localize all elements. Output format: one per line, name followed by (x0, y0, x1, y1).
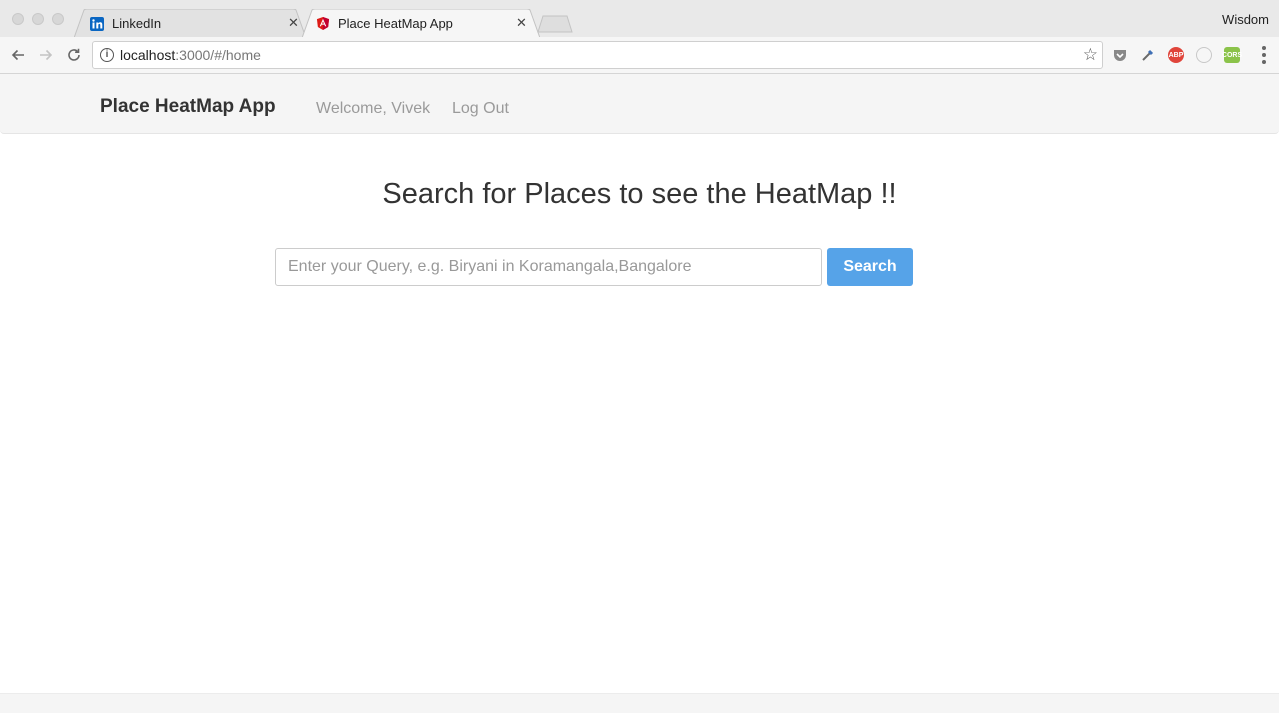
footer-strip (0, 693, 1279, 713)
circle-extension-icon[interactable] (1196, 47, 1212, 63)
window-zoom-control[interactable] (52, 13, 64, 25)
bookmark-star-icon[interactable]: ☆ (1083, 45, 1098, 65)
window-close-control[interactable] (12, 13, 24, 25)
search-button[interactable]: Search (827, 248, 913, 286)
url-host: localhost (120, 47, 176, 63)
navbar-brand[interactable]: Place HeatMap App (100, 96, 276, 118)
page-heading: Search for Places to see the HeatMap !! (382, 178, 897, 210)
forward-arrow-icon[interactable] (36, 45, 56, 65)
adblock-plus-label: ABP (1168, 51, 1184, 59)
tab-close-icon[interactable]: ✕ (288, 15, 299, 31)
tab-title: Place HeatMap App (338, 16, 453, 31)
address-url[interactable]: localhost:3000/#/home (120, 47, 261, 63)
address-bar[interactable]: i localhost:3000/#/home ☆ (92, 41, 1103, 69)
pocket-icon[interactable] (1112, 47, 1128, 63)
back-arrow-icon[interactable] (8, 45, 28, 65)
cors-icon[interactable]: CORS (1221, 47, 1243, 63)
logout-link[interactable]: Log Out (452, 100, 509, 118)
tab-shape (74, 9, 306, 38)
eyedropper-icon[interactable] (1140, 47, 1156, 63)
tab-linkedin[interactable]: LinkedIn ✕ (74, 9, 306, 38)
site-info-icon[interactable]: i (100, 48, 114, 62)
browser-menu-icon[interactable] (1262, 46, 1266, 64)
angular-icon (316, 16, 330, 31)
browser-tab-strip: LinkedIn ✕ Place HeatMap App ✕ Wisdom (0, 0, 1279, 38)
search-input[interactable] (275, 248, 822, 286)
welcome-text: Welcome, Vivek (316, 100, 431, 117)
reload-icon[interactable] (64, 45, 84, 65)
tab-close-icon[interactable]: ✕ (516, 15, 527, 31)
new-tab-button[interactable] (537, 15, 573, 33)
window-minimize-control[interactable] (32, 13, 44, 25)
url-path: :3000/#/home (175, 47, 261, 63)
tab-place-heatmap-app[interactable]: Place HeatMap App ✕ (302, 9, 540, 38)
cors-label: CORS (1221, 51, 1243, 59)
app-navbar: Place HeatMap App Welcome, Vivek Log Out (0, 74, 1279, 134)
adblock-plus-icon[interactable]: ABP (1168, 47, 1184, 63)
linkedin-icon (90, 16, 104, 31)
browser-toolbar: i localhost:3000/#/home ☆ ABP CORS (0, 37, 1279, 74)
tab-title: LinkedIn (112, 16, 162, 31)
profile-name[interactable]: Wisdom (1222, 12, 1269, 27)
